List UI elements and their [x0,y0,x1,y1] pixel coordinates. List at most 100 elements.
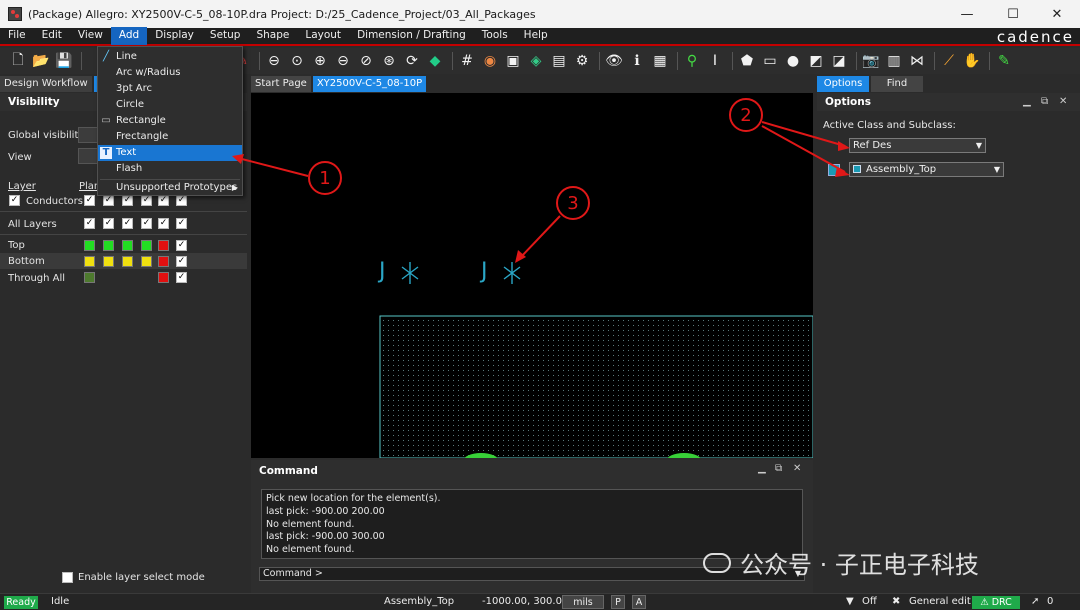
conductors-col2-checkbox[interactable]: ✓ [103,195,114,206]
top-color-swatch-1[interactable] [84,240,95,251]
design-canvas[interactable]: J J [251,93,813,458]
add-connect-icon[interactable]: ✎ [994,51,1014,71]
filter-status[interactable]: Off [862,594,877,610]
tab-find[interactable]: Find [871,76,923,92]
menu-item-unsupported-prototypes[interactable]: Unsupported Prototypes ▶ [98,180,242,196]
minimize-button[interactable]: — [944,0,990,28]
bottom-visible-checkbox[interactable]: ✓ [176,256,187,267]
tab-start-page[interactable]: Start Page [251,76,311,92]
through-all-color-swatch-1[interactable] [84,272,95,283]
panel-close-icon[interactable]: ✕ [793,463,801,474]
bottom-color-swatch-3[interactable] [122,256,133,267]
info-icon[interactable]: ℹ [627,51,647,71]
maximize-button[interactable]: ☐ [990,0,1036,28]
tab-design[interactable]: XY2500V-C-5_08-10P [312,76,427,92]
redraw-icon[interactable]: ⟳ [402,51,422,71]
all-layers-col6-checkbox[interactable]: ✓ [176,218,187,229]
top-color-swatch-5[interactable] [158,240,169,251]
route-icon[interactable]: ⟋ [939,51,959,71]
add-pin-icon[interactable]: ⚲ [682,51,702,71]
menu-layout[interactable]: Layout [297,27,349,45]
all-layers-col5-checkbox[interactable]: ✓ [158,218,169,229]
zoom-previous-icon[interactable]: ⊘ [356,51,376,71]
enable-layer-select[interactable]: Enable layer select mode [62,572,205,583]
menu-item-line[interactable]: ╱ Line [98,49,242,65]
bottom-color-swatch-1[interactable] [84,256,95,267]
rect-shape-icon[interactable]: ▭ [760,51,780,71]
zoom-fit-icon[interactable]: ⊖ [264,51,284,71]
menu-help[interactable]: Help [516,27,556,45]
a-button[interactable]: A [632,595,646,609]
enable-layer-select-checkbox[interactable] [62,572,73,583]
zoom-out-icon[interactable]: ⊖ [333,51,353,71]
all-layers-col1-checkbox[interactable]: ✓ [84,218,95,229]
subclass-dropdown[interactable]: Assembly_Top ▼ [849,162,1004,177]
save-icon[interactable]: 💾 [54,51,74,71]
menu-item-rectangle[interactable]: ▭ Rectangle [98,113,242,129]
slide-icon[interactable]: ✋ [962,51,982,71]
shape-add-icon[interactable]: ⬟ [737,51,757,71]
shadow-icon[interactable]: ▣ [503,51,523,71]
menu-display[interactable]: Display [147,27,202,45]
camera-icon[interactable]: 📷 [861,51,881,71]
visibility-eye-icon[interactable]: 👁 [604,51,624,71]
circle-shape-icon[interactable]: ● [783,51,803,71]
close-button[interactable]: ✕ [1034,0,1080,28]
all-layers-col4-checkbox[interactable]: ✓ [141,218,152,229]
panel-close-icon[interactable]: ✕ [1059,96,1067,107]
settings-icon[interactable]: ⚙ [572,51,592,71]
all-layers-col2-checkbox[interactable]: ✓ [103,218,114,229]
zoom-in-icon[interactable]: ⊕ [310,51,330,71]
zoom-icon[interactable]: ⊙ [287,51,307,71]
menu-item-arc-radius[interactable]: Arc w/Radius [98,65,242,81]
layer-icon[interactable]: ◈ [526,51,546,71]
panel-minimize-icon[interactable]: ▁ [758,463,766,474]
mirror-icon[interactable]: ⋈ [907,51,927,71]
3d-view-icon[interactable]: ◆ [425,51,445,71]
tab-design-workflow[interactable]: Design Workflow [0,76,92,92]
conductors-checkbox[interactable]: ✓ [9,195,20,206]
top-visible-checkbox[interactable]: ✓ [176,240,187,251]
menu-tools[interactable]: Tools [474,27,516,45]
data-tip-icon[interactable]: ▥ [884,51,904,71]
bottom-color-swatch-2[interactable] [103,256,114,267]
menu-setup[interactable]: Setup [202,27,249,45]
new-file-icon[interactable]: 🗋 [8,51,28,71]
drc-indicator[interactable]: ⚠ DRC [972,596,1020,609]
top-color-swatch-3[interactable] [122,240,133,251]
menu-file[interactable]: File [0,27,34,45]
top-color-swatch-2[interactable] [103,240,114,251]
ref-des-text-2[interactable]: J [479,259,521,284]
menu-item-flash[interactable]: Flash [98,161,242,177]
menu-edit[interactable]: Edit [34,27,70,45]
class-dropdown[interactable]: Ref Des ▼ [849,138,986,153]
package-icon[interactable]: ▦ [650,51,670,71]
units-button[interactable]: mils [562,595,604,609]
menu-item-text[interactable]: T Text [98,145,242,161]
panel-float-icon[interactable]: ⧉ [1041,96,1048,107]
conductors-col5-checkbox[interactable]: ✓ [158,195,169,206]
bottom-color-swatch-5[interactable] [158,256,169,267]
p-button[interactable]: P [611,595,625,609]
zoom-world-icon[interactable]: ⊛ [379,51,399,71]
through-all-visible-checkbox[interactable]: ✓ [176,272,187,283]
through-all-color-swatch-5[interactable] [158,272,169,283]
conductors-col4-checkbox[interactable]: ✓ [141,195,152,206]
filter-icon[interactable]: ▼ [846,594,854,610]
report-icon[interactable]: ▤ [549,51,569,71]
tab-options[interactable]: Options [817,76,869,92]
subclass-color-swatch[interactable] [828,164,840,176]
edit-mode-status[interactable]: General edit [909,594,971,610]
top-color-swatch-4[interactable] [141,240,152,251]
edit-boundary-icon[interactable]: ◪ [829,51,849,71]
conductors-col3-checkbox[interactable]: ✓ [122,195,133,206]
menu-view[interactable]: View [70,27,111,45]
panel-float-icon[interactable]: ⧉ [775,463,782,474]
menu-dimension-drafting[interactable]: Dimension / Drafting [349,27,474,45]
conductors-col1-checkbox[interactable]: ✓ [84,195,95,206]
ref-des-text-1[interactable]: J [377,259,419,284]
color-icon[interactable]: ◉ [480,51,500,71]
menu-item-3pt-arc[interactable]: 3pt Arc [98,81,242,97]
select-shape-icon[interactable]: ◩ [806,51,826,71]
menu-shape[interactable]: Shape [248,27,297,45]
